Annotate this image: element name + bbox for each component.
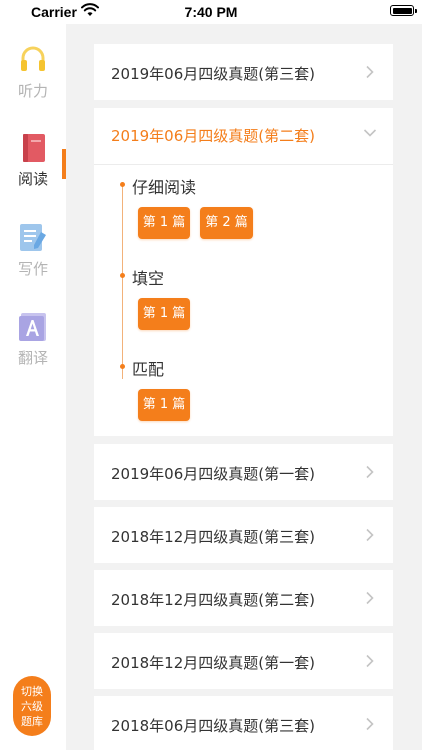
passage-chip[interactable]: 第 1 篇 [138,389,190,421]
paper-title: 2018年12月四级真题(第一套) [111,654,315,672]
sidebar-item-label: 写作 [17,260,48,278]
paper-row-expanded: 2019年06月四级真题(第二套) 仔细阅读 第 1 篇 第 2 篇 填空 第 … [94,108,393,436]
sidebar-item-writing[interactable]: 写作 [0,222,66,288]
divider [94,164,393,165]
document-pen-icon [20,224,46,251]
section-name: 匹配 [132,360,165,379]
chevron-right-icon [365,717,375,731]
paper-row[interactable]: 2018年12月四级真题(第三套) [94,507,393,563]
sidebar-item-reading[interactable]: 阅读 [0,132,66,198]
timeline-line [122,184,123,379]
active-indicator [62,149,66,179]
timeline-dot [120,364,125,369]
chevron-down-icon [363,128,377,138]
sidebar-item-label: 翻译 [17,349,48,367]
paper-row[interactable]: 2018年12月四级真题(第二套) [94,570,393,626]
switch-cet6-bank-button[interactable]: 切换 六级 题库 [13,676,51,736]
paper-title: 2018年06月四级真题(第三套) [111,717,315,735]
battery-icon [390,5,417,16]
status-bar: Carrier 7:40 PM [0,0,422,24]
paper-row[interactable]: 2018年12月四级真题(第一套) [94,633,393,689]
paper-title: 2019年06月四级真题(第一套) [111,465,315,483]
passage-chip[interactable]: 第 1 篇 [138,298,190,330]
timeline-dot [120,182,125,187]
chevron-right-icon [365,65,375,79]
chevron-right-icon [365,591,375,605]
sidebar-item-label: 阅读 [17,170,48,188]
book-icon [23,134,45,162]
paper-row[interactable]: 2018年06月四级真题(第三套) [94,696,393,750]
passage-chip[interactable]: 第 1 篇 [138,207,190,239]
switch-button-line: 题库 [21,714,43,728]
chevron-right-icon [365,465,375,479]
paper-title: 2019年06月四级真题(第二套) [111,127,315,145]
paper-list: 2019年06月四级真题(第三套) 2019年06月四级真题(第二套) 仔细阅读… [94,24,393,750]
translate-letter-icon [19,313,46,341]
sidebar-item-translation[interactable]: 翻译 [0,311,66,377]
clock: 7:40 PM [184,4,238,20]
chevron-right-icon [365,654,375,668]
sidebar-item-label: 听力 [17,82,48,100]
paper-row[interactable]: 2019年06月四级真题(第一套) [94,444,393,500]
chevron-right-icon [365,528,375,542]
sidebar-item-listening[interactable]: 听力 [0,44,66,110]
paper-title: 2018年12月四级真题(第二套) [111,591,315,609]
paper-title: 2018年12月四级真题(第三套) [111,528,315,546]
switch-button-line: 切换 [21,684,43,698]
section-name: 填空 [132,269,165,288]
timeline-dot [120,273,125,278]
passage-chip[interactable]: 第 2 篇 [200,207,253,239]
paper-header[interactable]: 2019年06月四级真题(第二套) [94,108,393,162]
headphones-icon [21,46,45,71]
category-sidebar: 听力 阅读 写作 翻译 切换 六级 题库 [0,24,66,750]
section-name: 仔细阅读 [132,178,197,197]
paper-title: 2019年06月四级真题(第三套) [111,65,315,83]
paper-row[interactable]: 2019年06月四级真题(第三套) [94,44,393,100]
switch-button-line: 六级 [21,699,43,713]
